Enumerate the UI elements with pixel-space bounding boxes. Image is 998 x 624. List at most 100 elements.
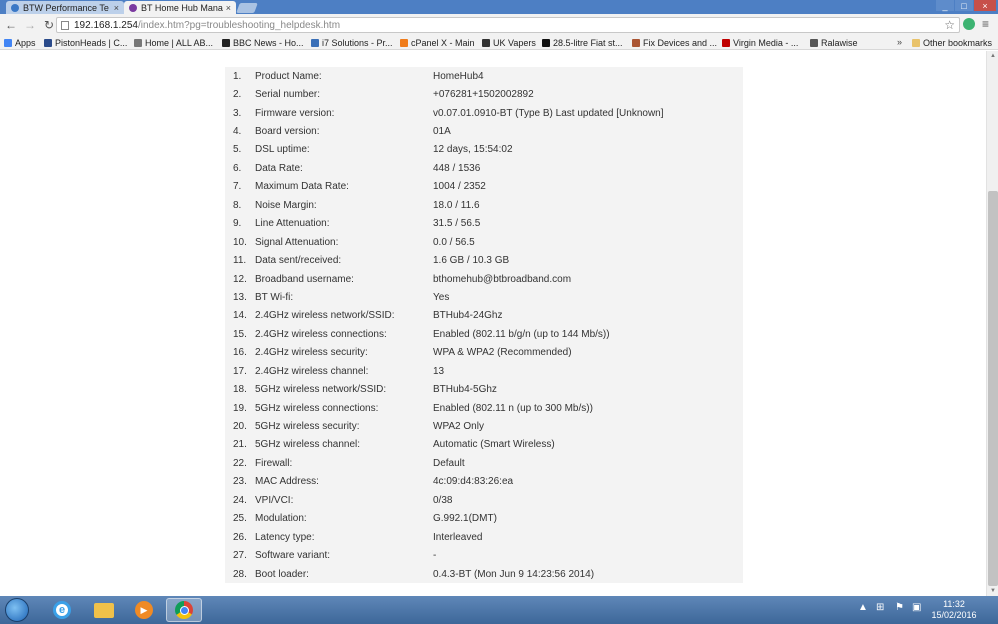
helpdesk-info-table: 1. Product Name: HomeHub4 2. Serial number: +… <box>225 67 743 584</box>
address-bar[interactable]: 192.168.1.254/index.htm?pg=troubleshooti… <box>56 17 960 33</box>
table-row: 23. MAC Address: 4c:09:d4:83:26:ea <box>225 473 743 491</box>
tab-btw-performance[interactable]: BTW Performance Te × <box>6 1 124 14</box>
row-value: Yes <box>433 291 450 303</box>
bookmark-label: UK Vapers <box>493 38 536 48</box>
bookmark-i7-solutions[interactable]: i7 Solutions - Pr... <box>311 37 393 49</box>
row-value: bthomehub@btbroadband.com <box>433 273 572 285</box>
bookmark-star-icon[interactable]: ☆ <box>944 18 955 32</box>
row-value: WPA & WPA2 (Recommended) <box>433 347 572 359</box>
table-row: 6. Data Rate: 448 / 1536 <box>225 159 743 177</box>
row-value: G.992.1(DMT) <box>433 513 497 525</box>
row-number: 28. <box>233 568 247 580</box>
bookmark-favicon-icon <box>722 39 730 47</box>
table-row: 26. Latency type: Interleaved <box>225 528 743 546</box>
bookmark-label: Home | ALL AB... <box>145 38 214 48</box>
bookmark-favicon-icon <box>482 39 490 47</box>
row-label: Boot loader: <box>255 568 309 580</box>
bookmark-favicon-icon <box>134 39 142 47</box>
taskbar-media-player[interactable]: ▶ <box>126 598 162 622</box>
bookmark-fiat[interactable]: 28.5-litre Fiat st... <box>542 37 623 49</box>
row-number: 23. <box>233 476 247 488</box>
new-tab-button[interactable] <box>236 3 258 13</box>
table-row: 8. Noise Margin: 18.0 / 11.6 <box>225 196 743 214</box>
bookmark-cpanel[interactable]: cPanel X - Main <box>400 37 475 49</box>
row-label: Product Name: <box>255 70 322 82</box>
forward-button[interactable]: → <box>22 17 38 33</box>
table-row: 5. DSL uptime: 12 days, 15:54:02 <box>225 141 743 159</box>
table-row: 12. Broadband username: bthomehub@btbroadb… <box>225 270 743 288</box>
row-value: 12 days, 15:54:02 <box>433 144 513 156</box>
taskbar-internet-explorer[interactable]: e <box>44 598 80 622</box>
other-bookmarks[interactable]: Other bookmarks <box>912 37 992 49</box>
bookmark-favicon-icon <box>400 39 408 47</box>
bookmark-favicon-icon <box>632 39 640 47</box>
row-number: 18. <box>233 384 247 396</box>
scroll-down-icon[interactable]: ▼ <box>987 586 998 596</box>
row-label: Serial number: <box>255 89 321 101</box>
tray-show-hidden-icon[interactable]: ▲ <box>858 602 868 613</box>
row-number: 9. <box>233 218 242 230</box>
tray-windows-icon[interactable]: ⊞ <box>876 602 884 613</box>
tab-bt-home-hub[interactable]: BT Home Hub Manag × <box>124 1 236 14</box>
row-value: 448 / 1536 <box>433 162 481 174</box>
bookmark-label: Apps <box>15 38 36 48</box>
tab-label: BTW Performance Te <box>23 2 109 13</box>
table-row: 9. Line Attenuation: 31.5 / 56.5 <box>225 215 743 233</box>
bookmark-virgin-media[interactable]: Virgin Media - ... <box>722 37 798 49</box>
row-number: 21. <box>233 439 247 451</box>
extension-icon[interactable] <box>963 18 975 30</box>
scroll-up-icon[interactable]: ▲ <box>987 51 998 61</box>
row-number: 19. <box>233 402 247 414</box>
taskbar-clock[interactable]: 11:32 15/02/2016 <box>930 599 978 621</box>
apps-icon <box>4 39 12 47</box>
scrollbar-thumb[interactable] <box>988 191 998 586</box>
bookmark-favicon-icon <box>810 39 818 47</box>
reload-button[interactable]: ↻ <box>41 17 57 33</box>
row-number: 11. <box>233 255 247 267</box>
table-row: 15. 2.4GHz wireless connections: Enabled (… <box>225 325 743 343</box>
bookmark-apps[interactable]: Apps <box>4 37 36 49</box>
table-row: 28. Boot loader: 0.4.3-BT (Mon Jun 9 14:23… <box>225 565 743 583</box>
taskbar-file-explorer[interactable] <box>86 598 122 622</box>
tab-close-icon[interactable]: × <box>114 3 119 13</box>
bookmarks-bar: Apps PistonHeads | C... Home | ALL AB...… <box>0 36 998 50</box>
row-value: 0.4.3-BT (Mon Jun 9 14:23:56 2014) <box>433 568 595 580</box>
row-number: 14. <box>233 310 247 322</box>
table-row: 1. Product Name: HomeHub4 <box>225 67 743 85</box>
tab-close-icon[interactable]: × <box>226 3 231 13</box>
tray-flag-icon[interactable]: ⚑ <box>895 602 904 613</box>
tray-network-icon[interactable]: ▣ <box>912 602 921 613</box>
close-window-button[interactable]: × <box>974 0 996 11</box>
bookmark-ralawise[interactable]: Ralawise <box>810 37 858 49</box>
row-value: HomeHub4 <box>433 70 484 82</box>
row-value: BTHub4-24Ghz <box>433 310 503 322</box>
maximize-button[interactable]: □ <box>955 0 973 11</box>
bookmark-label: Fix Devices and ... <box>643 38 718 48</box>
table-row: 24. VPI/VCI: 0/38 <box>225 491 743 509</box>
bookmark-bbc-news[interactable]: BBC News - Ho... <box>222 37 304 49</box>
row-value: Interleaved <box>433 531 483 543</box>
row-label: Noise Margin: <box>255 199 317 211</box>
bookmark-all-about[interactable]: Home | ALL AB... <box>134 37 213 49</box>
bookmark-pistonheads[interactable]: PistonHeads | C... <box>44 37 127 49</box>
row-number: 22. <box>233 457 247 469</box>
row-value: 4c:09:d4:83:26:ea <box>433 476 514 488</box>
row-number: 6. <box>233 162 242 174</box>
start-button[interactable] <box>5 598 29 622</box>
bookmark-uk-vapers[interactable]: UK Vapers <box>482 37 536 49</box>
bookmarks-overflow-button[interactable]: » <box>897 37 902 47</box>
back-button[interactable]: ← <box>3 17 19 33</box>
bookmark-fix-devices[interactable]: Fix Devices and ... <box>632 37 717 49</box>
row-label: Latency type: <box>255 531 315 543</box>
minimize-button[interactable]: _ <box>936 0 954 11</box>
row-number: 1. <box>233 70 242 82</box>
row-value: Enabled (802.11 b/g/n (up to 144 Mb/s)) <box>433 328 610 340</box>
chrome-menu-icon[interactable]: ≡ <box>982 17 989 31</box>
vertical-scrollbar[interactable]: ▲ ▼ <box>986 51 998 596</box>
row-label: 2.4GHz wireless connections: <box>255 328 387 340</box>
bookmark-label: cPanel X - Main <box>411 38 475 48</box>
table-row: 13. BT Wi-fi: Yes <box>225 288 743 306</box>
taskbar-chrome[interactable] <box>166 598 202 622</box>
row-value: 0.0 / 56.5 <box>433 236 475 248</box>
row-label: 5GHz wireless channel: <box>255 439 361 451</box>
